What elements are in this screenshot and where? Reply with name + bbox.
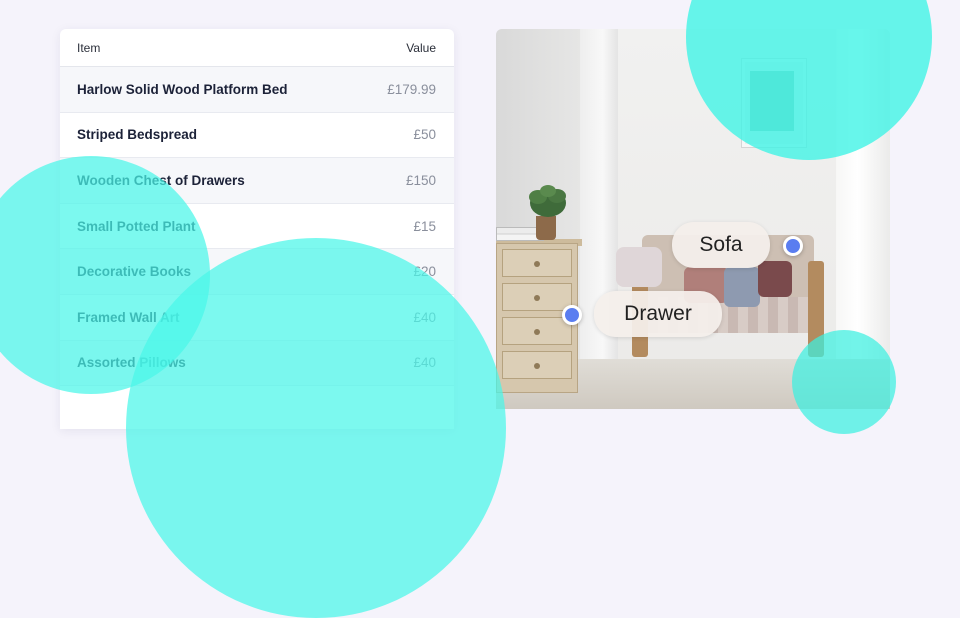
item-name: Framed Wall Art [77, 309, 180, 325]
drawer-hotspot-label[interactable]: Drawer [594, 291, 722, 337]
item-name: Wooden Chest of Drawers [77, 172, 245, 188]
sofa-hotspot-label[interactable]: Sofa [672, 222, 770, 268]
item-name: Assorted Pillows [77, 355, 186, 371]
table-row[interactable]: Wooden Chest of Drawers £150 [60, 158, 454, 204]
table-row[interactable]: Harlow Solid Wood Platform Bed £179.99 [60, 67, 454, 113]
plant-leaves [529, 185, 566, 217]
drawer-hotspot-dot[interactable] [562, 305, 582, 325]
table-row[interactable]: Decorative Books £20 [60, 249, 454, 295]
pillow [758, 261, 792, 297]
item-name: Harlow Solid Wood Platform Bed [77, 81, 288, 97]
table-row[interactable]: Framed Wall Art £40 [60, 295, 454, 341]
item-value: £50 [413, 127, 436, 143]
pillow [616, 247, 662, 287]
window-curtain [836, 29, 890, 409]
drawer-knob [534, 329, 540, 335]
table-header: Item Value [60, 29, 454, 67]
table-row[interactable]: Striped Bedspread £50 [60, 113, 454, 159]
item-value: £40 [413, 309, 436, 325]
table-body: Harlow Solid Wood Platform Bed £179.99 S… [60, 67, 454, 387]
item-value: £150 [405, 172, 436, 188]
item-value: £15 [413, 218, 436, 234]
item-name: Decorative Books [77, 264, 192, 280]
sofa-hotspot-dot[interactable] [783, 236, 803, 256]
room-photo [496, 29, 890, 409]
table-row[interactable]: Small Potted Plant £15 [60, 204, 454, 250]
column-header-item: Item [77, 40, 101, 55]
item-value: £20 [413, 264, 436, 280]
drawer-knob [534, 363, 540, 369]
item-name: Small Potted Plant [77, 218, 196, 234]
column-header-value: Value [406, 40, 436, 55]
drawer-knob [534, 261, 540, 267]
leaf-print [750, 71, 794, 131]
item-value: £179.99 [387, 81, 436, 97]
drawer-knob [534, 295, 540, 301]
item-name: Striped Bedspread [77, 127, 198, 143]
sofa-arm-right [808, 261, 824, 357]
item-value: £40 [413, 355, 436, 371]
table-row[interactable]: Assorted Pillows £40 [60, 340, 454, 387]
pillow [724, 267, 760, 307]
inventory-table: Item Value Harlow Solid Wood Platform Be… [60, 29, 454, 429]
